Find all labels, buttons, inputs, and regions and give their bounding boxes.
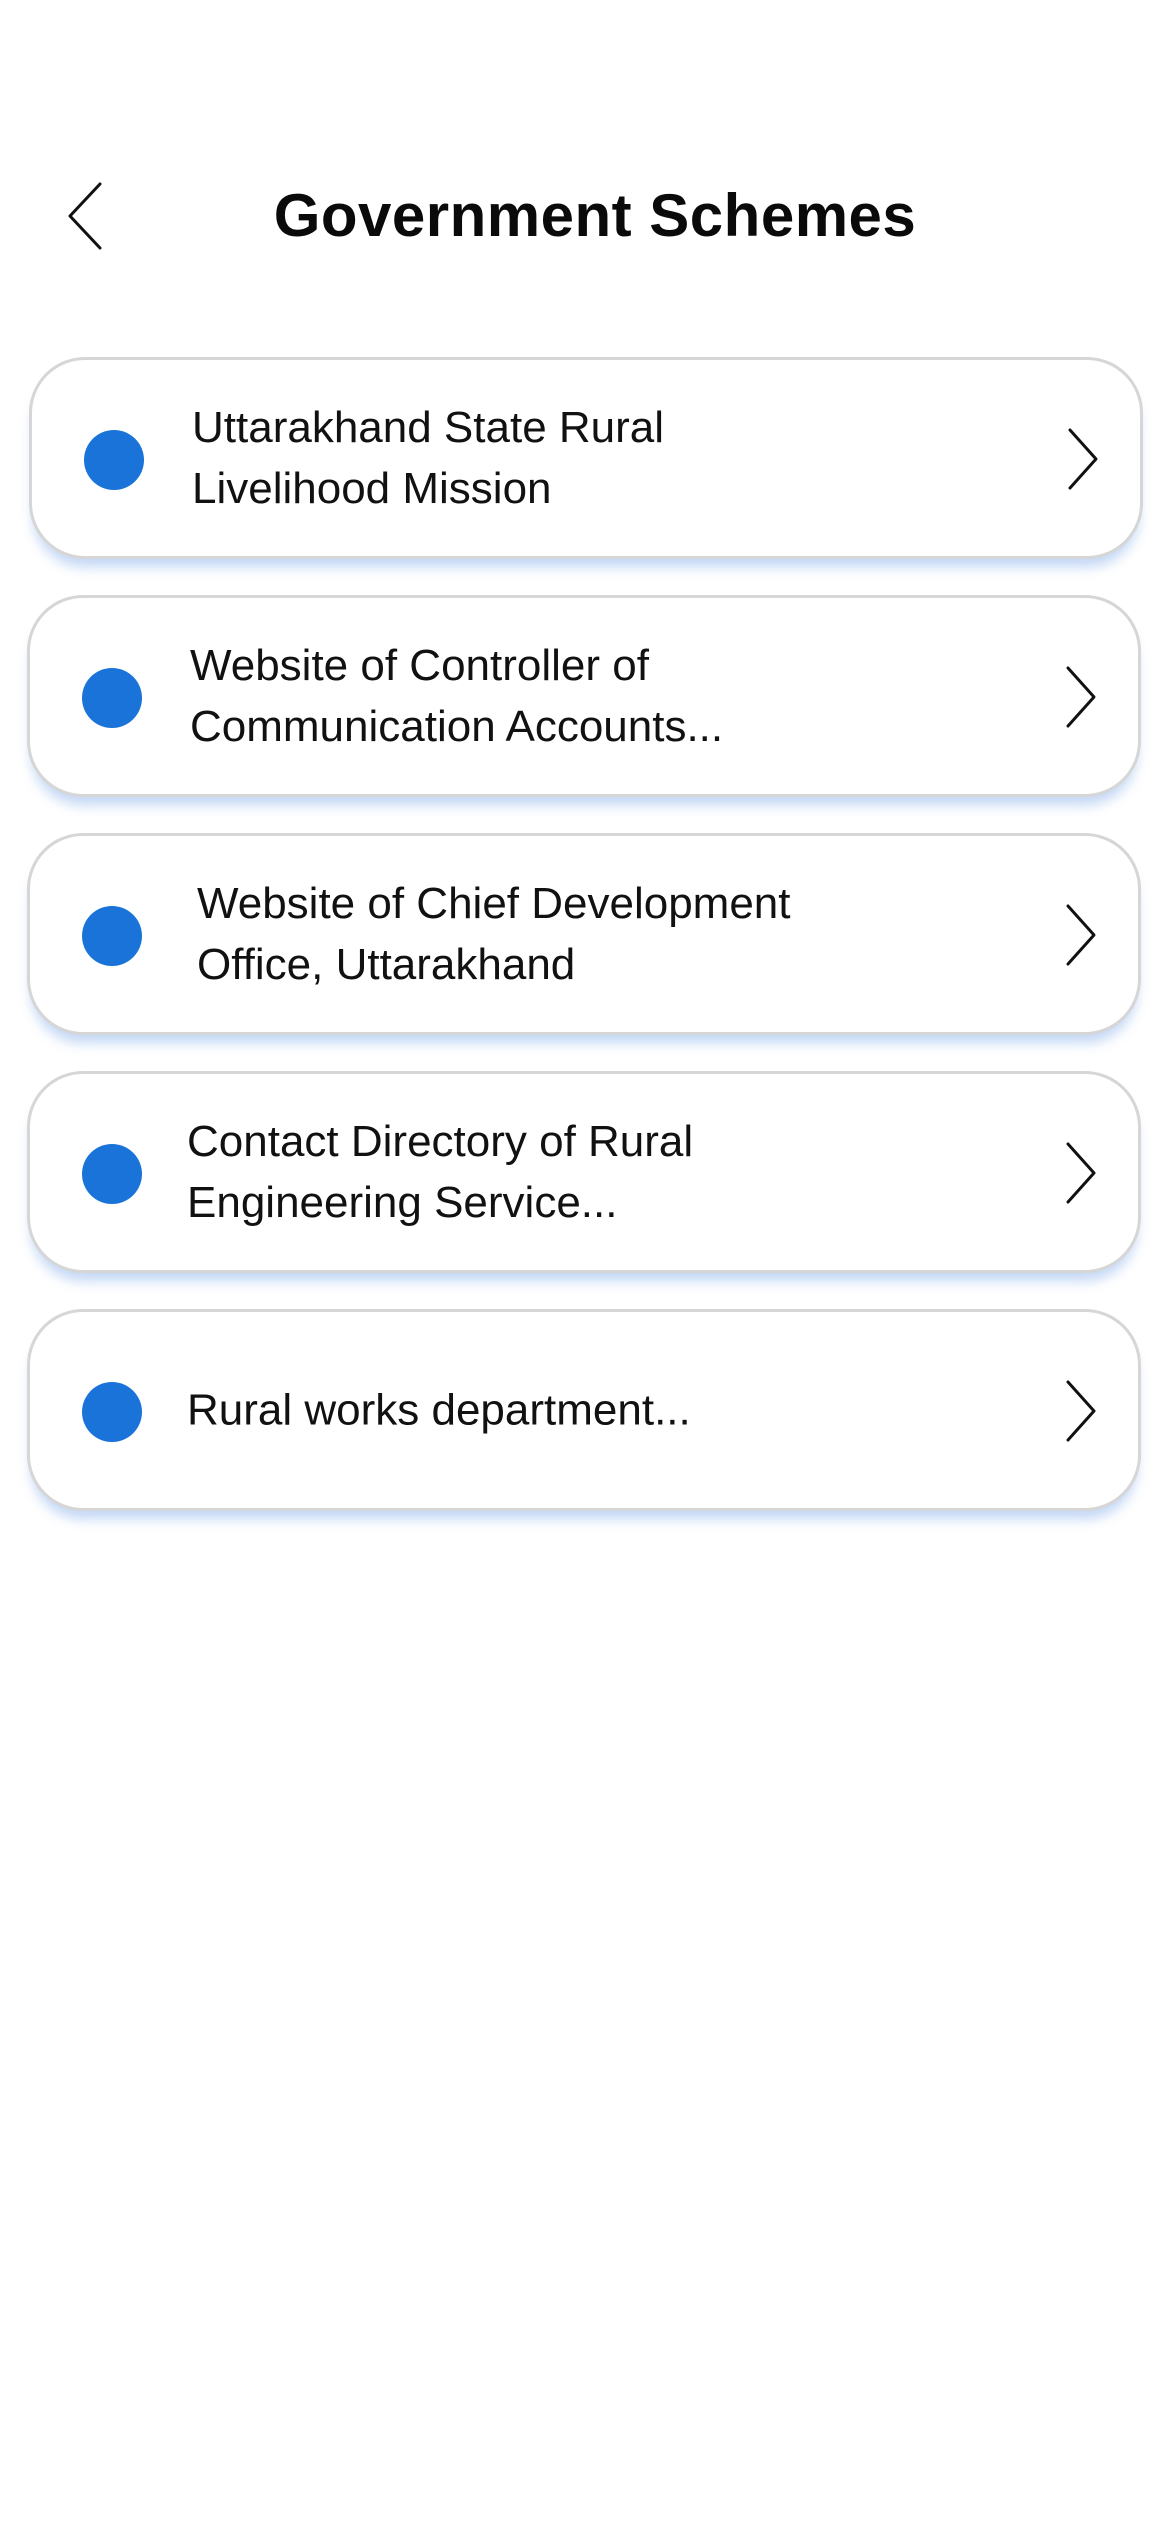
scheme-label: Website of Controller of Communication A… xyxy=(190,641,724,751)
scheme-card[interactable]: Website of Controller of Communication A… xyxy=(27,595,1141,797)
scheme-card[interactable]: Website of Chief Development Office, Utt… xyxy=(27,833,1141,1035)
scheme-card[interactable]: Contact Directory of Rural Engineering S… xyxy=(27,1071,1141,1273)
blue-dot-icon xyxy=(82,668,142,728)
scheme-label: Website of Chief Development Office, Utt… xyxy=(197,879,791,989)
chevron-right-icon xyxy=(1060,1376,1100,1446)
blue-dot-icon xyxy=(82,906,142,966)
scheme-label: Uttarakhand State Rural Livelihood Missi… xyxy=(192,403,665,513)
scheme-label: Rural works department... xyxy=(187,1385,691,1435)
chevron-right-icon xyxy=(1060,662,1100,732)
chevron-right-icon xyxy=(1060,900,1100,970)
header: Government Schemes xyxy=(0,150,1170,280)
blue-dot-icon xyxy=(82,1382,142,1442)
blue-dot-icon xyxy=(82,1144,142,1204)
scheme-list: Uttarakhand State Rural Livelihood Missi… xyxy=(27,357,1143,1547)
scheme-card[interactable]: Uttarakhand State Rural Livelihood Missi… xyxy=(29,357,1143,559)
blue-dot-icon xyxy=(84,430,144,490)
scheme-card[interactable]: Rural works department... xyxy=(27,1309,1141,1511)
chevron-right-icon xyxy=(1062,424,1102,494)
chevron-right-icon xyxy=(1060,1138,1100,1208)
scheme-label: Contact Directory of Rural Engineering S… xyxy=(187,1117,694,1227)
page-title: Government Schemes xyxy=(273,182,917,249)
